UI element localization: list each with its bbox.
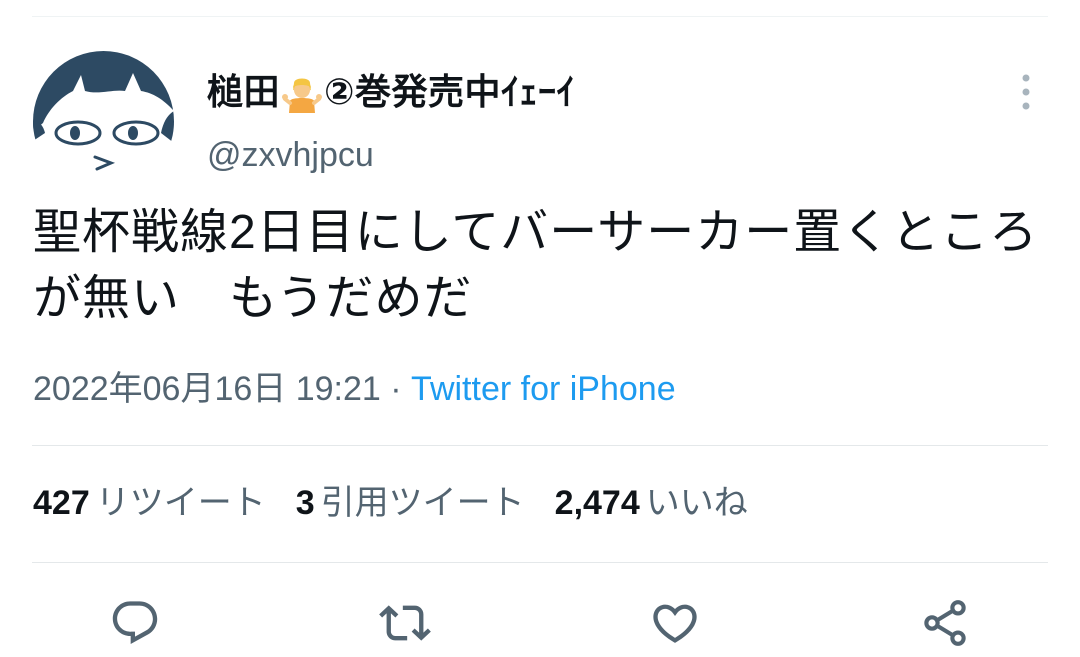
display-name-suffix: ②巻発売中ｲｪｰｲ [324, 71, 575, 112]
stats-divider-top [32, 445, 1048, 446]
tweet-actions [0, 596, 1080, 657]
tweet-text: 聖杯戦線2日目にしてバーサーカー置くところが無い もうだめだ [33, 206, 1039, 325]
top-divider [32, 16, 1048, 17]
tweet-source-link[interactable]: Twitter for iPhone [411, 370, 676, 408]
tweet-timestamp[interactable]: 2022年06月16日 19:21 [33, 370, 381, 408]
person-shrugging-emoji-icon [282, 71, 323, 114]
heart-icon [653, 604, 697, 643]
avatar[interactable] [33, 51, 174, 192]
retweets-label: リツイート [95, 484, 266, 522]
like-button[interactable] [648, 596, 702, 650]
likes-stat[interactable]: 2,474 いいね [555, 475, 748, 531]
avatar-illustration [33, 51, 174, 192]
reply-icon [112, 601, 158, 645]
stats-divider-bottom [32, 562, 1048, 563]
likes-count: 2,474 [554, 484, 640, 522]
quotes-label: 引用ツイート [320, 484, 525, 522]
retweet-icon [379, 605, 431, 641]
reply-button[interactable] [108, 596, 162, 650]
retweets-stat[interactable]: 427 リツイート [33, 475, 266, 531]
share-button[interactable] [918, 596, 972, 650]
quotes-count: 3 [295, 484, 315, 522]
tweet-meta: 2022年06月16日 19:21 · Twitter for iPhone [33, 361, 676, 417]
likes-label: いいね [645, 484, 748, 522]
tweet-stats: 427 リツイート 3 引用ツイート 2,474 いいね [33, 475, 778, 531]
more-vertical-icon[interactable] [1008, 70, 1044, 114]
retweet-button[interactable] [378, 596, 432, 650]
meta-separator: · [390, 370, 402, 408]
retweets-count: 427 [33, 484, 90, 522]
quotes-stat[interactable]: 3 引用ツイート [296, 475, 525, 531]
user-handle[interactable]: @zxvhjpcu [207, 130, 374, 180]
display-name[interactable]: 槌田 ②巻発売中ｲｪｰｲ [207, 62, 575, 122]
share-icon [924, 600, 966, 646]
display-name-prefix: 槌田 [207, 71, 281, 112]
